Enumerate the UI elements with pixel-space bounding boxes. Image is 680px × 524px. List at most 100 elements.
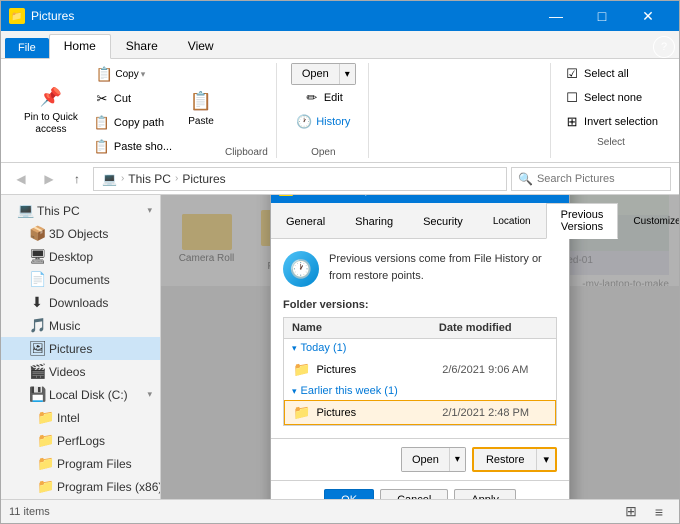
ribbon-group-select: ☑ Select all ☐ Select none ⊞ Invert sele… [550,63,671,158]
tab-home[interactable]: Home [49,34,111,59]
sidebar-item-downloads-label: Downloads [49,296,108,310]
title-controls: — □ ✕ [533,1,671,31]
sidebar-item-pictures[interactable]: 🖼 Pictures [1,337,160,360]
dialog-tab-general[interactable]: General [271,203,340,239]
help-button[interactable]: ? [653,36,675,58]
dialog-close-button[interactable]: ✕ [531,195,561,203]
earlier-row-date: 2/1/2021 2:48 PM [442,407,547,419]
dialog-restore-button[interactable]: Restore [474,449,537,470]
dialog-tab-location[interactable]: Location [478,203,546,239]
dialog-title-bar: 🖼 Pictures Properties ✕ [271,195,569,203]
sidebar-item-intel[interactable]: 📁 Intel [1,406,160,429]
view-details-button[interactable]: ≡ [647,500,671,524]
earlier-folder-icon: 📁 [293,404,310,421]
open-group-label: Open [311,143,335,158]
window-icon: 📁 [9,8,25,24]
programfiles-icon: 📁 [37,455,53,472]
sidebar-item-downloads[interactable]: ⬇ Downloads [1,291,160,314]
copy-button[interactable]: 📋 Copy ▾ [89,63,177,86]
tab-file[interactable]: File [5,38,49,58]
paste-shortcut-button[interactable]: 📋 Paste sho... [89,136,177,158]
tab-view[interactable]: View [173,34,229,58]
path-computer-icon: 💻 [102,172,117,186]
sidebar-item-3dobjects[interactable]: 📦 3D Objects [1,222,160,245]
dialog-tab-sharing[interactable]: Sharing [340,203,408,239]
versions-row-today-pictures[interactable]: 📁 Pictures 2/6/2021 9:06 AM [284,357,556,382]
perflogs-icon: 📁 [37,432,53,449]
dialog-apply-button[interactable]: Apply [454,489,516,499]
close-button[interactable]: ✕ [625,1,671,31]
address-path[interactable]: 💻 › This PC › Pictures [93,167,507,191]
pin-to-quick-access-button[interactable]: 📌 Pin to Quickaccess [17,82,85,140]
sidebar-item-documents[interactable]: 📄 Documents [1,268,160,291]
edit-button[interactable]: ✏ Edit [299,87,348,109]
cut-button[interactable]: ✂ Cut [89,88,177,110]
programfilesx86-icon: 📁 [37,478,53,495]
clipboard-secondary: 📋 Copy ▾ ✂ Cut 📋 Copy path 📋 Paste [89,63,177,158]
search-input[interactable] [537,173,664,185]
sidebar-item-localdisk[interactable]: 💾 Local Disk (C:) ▾ [1,383,160,406]
history-button[interactable]: 🕐 History [291,111,355,133]
forward-button[interactable]: ▶ [37,167,61,191]
dialog-ok-button[interactable]: OK [324,489,374,499]
paste-button[interactable]: 📋 Paste [181,86,221,136]
ribbon-group-open: Open ▾ ✏ Edit 🕐 History Open [279,63,369,158]
sidebar-item-thispc[interactable]: 💻 This PC ▾ [1,199,160,222]
dialog-body: 🕐 Previous versions come from File Histo… [271,239,569,438]
invert-selection-label: Invert selection [584,116,658,128]
open-main-button[interactable]: Open [292,64,339,84]
cut-label: Cut [114,93,131,105]
select-none-button[interactable]: ☐ Select none [559,87,663,109]
sidebar-item-videos[interactable]: 🎬 Videos [1,360,160,383]
invert-selection-button[interactable]: ⊞ Invert selection [559,111,663,133]
tab-share[interactable]: Share [111,34,173,58]
properties-dialog: 🖼 Pictures Properties ✕ General Sharing … [270,195,570,499]
info-text: Previous versions come from File History… [329,251,557,284]
dialog-bottom-btns: OK Cancel Apply [271,480,569,499]
sidebar-item-perflogs[interactable]: 📁 PerfLogs [1,429,160,452]
dialog-tab-previous-versions[interactable]: Previous Versions [546,203,619,239]
select-all-button[interactable]: ☑ Select all [559,63,663,85]
sidebar-item-programfiles-label: Program Files [57,457,132,471]
minimize-button[interactable]: — [533,1,579,31]
dialog-title-text: Pictures Properties [299,195,531,196]
sidebar-item-programfiles[interactable]: 📁 Program Files [1,452,160,475]
address-bar: ◀ ▶ ↑ 💻 › This PC › Pictures 🔍 [1,163,679,195]
title-bar: 📁 Pictures — □ ✕ [1,1,679,31]
versions-table: Name Date modified ▾ Today (1) � [283,317,557,426]
copy-path-button[interactable]: 📋 Copy path [89,112,177,134]
dialog-open-arrow[interactable]: ▾ [449,448,465,471]
select-all-label: Select all [584,68,629,80]
path-this-pc[interactable]: This PC [128,172,171,186]
dialog-restore-arrow[interactable]: ▾ [536,449,555,470]
sidebar-item-pictures-label: Pictures [49,342,92,356]
path-pictures[interactable]: Pictures [182,172,225,186]
select-none-label: Select none [584,92,642,104]
back-button[interactable]: ◀ [9,167,33,191]
maximize-button[interactable]: □ [579,1,625,31]
select-all-icon: ☑ [564,66,580,82]
sidebar-item-desktop[interactable]: 🖥 Desktop [1,245,160,268]
dialog-open-button[interactable]: Open [402,448,449,471]
restore-icon: 🕐 [283,251,319,287]
dialog-footer: Open ▾ Restore ▾ [271,438,569,480]
earlier-chevron: ▾ [292,386,297,397]
copy-path-label: Copy path [114,117,164,129]
ribbon: File Home Share View ? 📌 Pin to Quickacc… [1,31,679,163]
sidebar-item-desktop-label: Desktop [49,250,93,264]
select-group-label: Select [597,133,625,148]
dialog-tab-security[interactable]: Security [408,203,478,239]
content-wrapper: Camera Roll Saved Pictures -my-laptop-to… [161,195,679,499]
paste-shortcut-label: Paste sho... [114,141,172,153]
view-large-icons-button[interactable]: ⊞ [619,500,643,524]
open-arrow-button[interactable]: ▾ [339,64,355,84]
header-date: Date modified [431,318,556,338]
earlier-row-name: Pictures [316,407,442,419]
sidebar-item-programfilesx86[interactable]: 📁 Program Files (x86) [1,475,160,498]
info-row: 🕐 Previous versions come from File Histo… [283,251,557,287]
dialog-tab-customize[interactable]: Customize [618,203,679,239]
versions-row-earlier-pictures[interactable]: 📁 Pictures 2/1/2021 2:48 PM [284,400,556,425]
dialog-cancel-button[interactable]: Cancel [380,489,448,499]
sidebar-item-music[interactable]: 🎵 Music [1,314,160,337]
up-button[interactable]: ↑ [65,167,89,191]
